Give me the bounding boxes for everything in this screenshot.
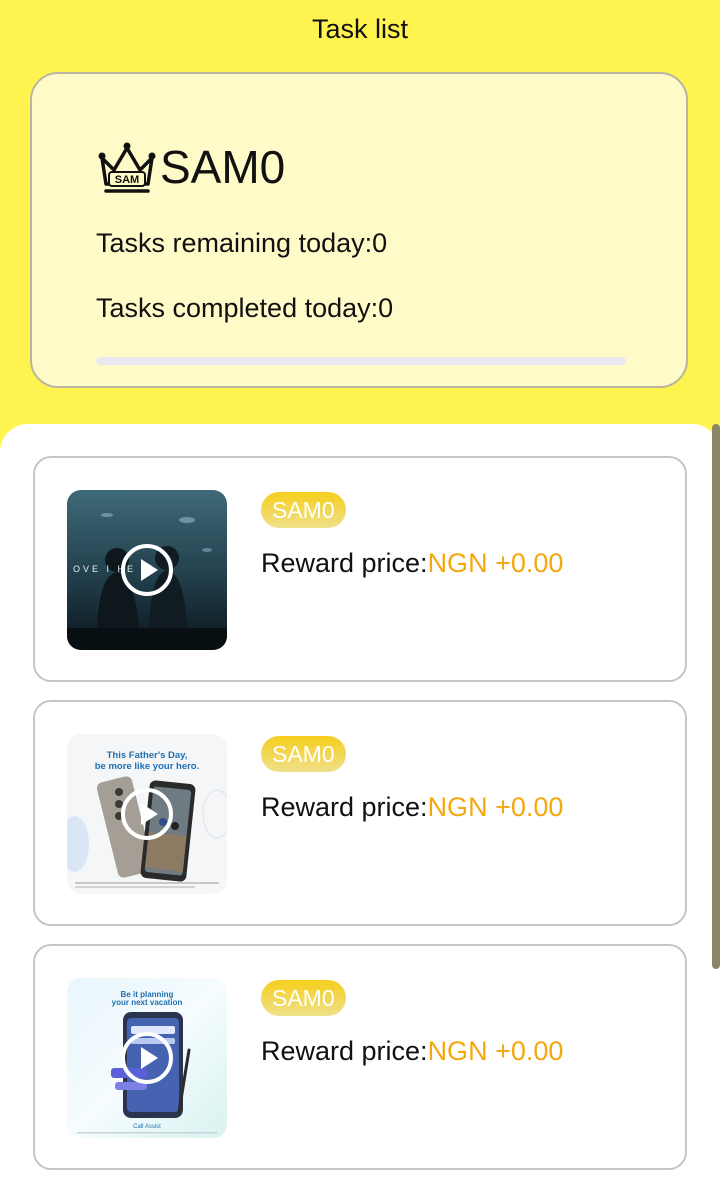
task-card[interactable]: Be it planning your next vacation Call A… (33, 944, 687, 1170)
play-icon[interactable] (120, 543, 174, 597)
thumbnail-headline-2: be more like your hero. (95, 761, 200, 772)
reward-label: Reward price: (261, 548, 428, 578)
task-level-tag: SAM0 (261, 980, 346, 1016)
play-icon[interactable] (120, 787, 174, 841)
reward-label: Reward price: (261, 792, 428, 822)
thumbnail-headline-1: This Father's Day, (107, 750, 188, 761)
crown-badge-text: SAM (115, 174, 139, 186)
level-name: SAM0 (160, 141, 286, 193)
reward-price: Reward price:NGN +0.00 (261, 548, 563, 579)
scrollbar[interactable] (712, 424, 720, 969)
tasks-completed-text: Tasks completed today:0 (96, 293, 394, 323)
task-thumbnail[interactable]: This Father's Day, be more like your her… (67, 734, 227, 894)
task-list-panel: OVE I HE AI SAM0 Reward price:NGN +0.00 … (0, 424, 720, 1188)
task-card[interactable]: This Father's Day, be more like your her… (33, 700, 687, 926)
level-row: SAM SAM0 (96, 140, 285, 194)
play-icon[interactable] (120, 1031, 174, 1085)
crown-icon: SAM (98, 142, 156, 193)
reward-value: NGN +0.00 (427, 792, 564, 822)
reward-value: NGN +0.00 (427, 1036, 564, 1066)
page-title: Task list (311, 14, 409, 44)
level-summary-card: SAM SAM0 Tasks remaining today:0 Tasks c… (30, 72, 688, 388)
task-thumbnail[interactable]: Be it planning your next vacation Call A… (67, 978, 227, 1138)
task-level-tag: SAM0 (261, 492, 346, 528)
reward-price: Reward price:NGN +0.00 (261, 1036, 563, 1067)
reward-label: Reward price: (261, 1036, 428, 1066)
task-card[interactable]: OVE I HE AI SAM0 Reward price:NGN +0.00 (33, 456, 687, 682)
tasks-remaining-text: Tasks remaining today:0 (96, 228, 388, 258)
task-level-tag: SAM0 (261, 736, 346, 772)
reward-value: NGN +0.00 (427, 548, 564, 578)
task-thumbnail[interactable]: OVE I HE AI (67, 490, 227, 650)
task-progress-bar (96, 357, 626, 365)
reward-price: Reward price:NGN +0.00 (261, 792, 563, 823)
thumbnail-headline-2: your next vacation (112, 998, 183, 1007)
thumbnail-footer: Call Assist (133, 1124, 161, 1130)
